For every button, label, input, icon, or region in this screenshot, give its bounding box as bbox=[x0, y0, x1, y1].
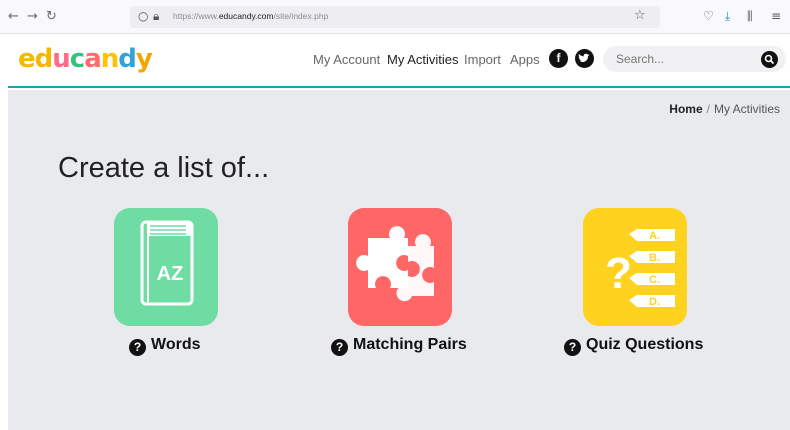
twitter-icon[interactable] bbox=[575, 49, 594, 68]
logo-letter: a bbox=[84, 44, 102, 74]
quiz-questions-tile[interactable]: ? A. B. C. D. bbox=[583, 208, 687, 326]
page-title: Create a list of... bbox=[58, 152, 270, 184]
quiz-questions-label[interactable]: ? Quiz Questions bbox=[564, 336, 703, 356]
help-icon[interactable]: ? bbox=[331, 339, 348, 356]
option-d: D. bbox=[649, 296, 660, 308]
breadcrumb-home[interactable]: Home bbox=[669, 102, 702, 116]
logo-letter: n bbox=[100, 44, 119, 74]
back-arrow-icon[interactable]: ← bbox=[8, 9, 19, 24]
nav-import[interactable]: Import bbox=[464, 52, 501, 67]
book-az-text: AZ bbox=[157, 263, 184, 285]
reload-icon[interactable]: ↻ bbox=[46, 9, 57, 24]
browser-toolbar: ← → ↻ ○ 🔒︎ https://www.educandy.com/site… bbox=[0, 0, 790, 34]
forward-arrow-icon[interactable]: → bbox=[27, 9, 38, 24]
site-header: educandy My Account My Activities Import… bbox=[8, 34, 790, 88]
main-content: Home / My Activities Create a list of... A… bbox=[8, 90, 790, 430]
option-a: A. bbox=[649, 230, 660, 242]
matching-pairs-label[interactable]: ? Matching Pairs bbox=[331, 336, 467, 356]
logo-letter: u bbox=[52, 44, 70, 74]
help-icon[interactable]: ? bbox=[129, 339, 146, 356]
educandy-logo[interactable]: educandy bbox=[18, 44, 153, 74]
nav-my-account[interactable]: My Account bbox=[313, 52, 380, 67]
nav-apps[interactable]: Apps bbox=[510, 52, 540, 67]
lock-icon[interactable]: 🔒︎ bbox=[153, 9, 159, 24]
question-mark-glyph: ? bbox=[605, 249, 632, 298]
puzzle-icon bbox=[356, 226, 434, 302]
logo-letter: d bbox=[34, 44, 54, 74]
url-text[interactable]: https://www.educandy.com/site/index.php bbox=[173, 11, 328, 21]
breadcrumb: Home / My Activities bbox=[669, 102, 780, 116]
option-b: B. bbox=[649, 252, 660, 264]
facebook-icon[interactable]: f bbox=[549, 49, 568, 68]
logo-letter: d bbox=[118, 44, 137, 74]
logo-letter: y bbox=[135, 44, 153, 74]
breadcrumb-separator: / bbox=[706, 102, 710, 116]
library-icon[interactable]: ⫼ bbox=[747, 9, 753, 24]
option-c: C. bbox=[649, 274, 660, 286]
shield-icon[interactable]: ○ bbox=[138, 9, 148, 23]
logo-letter: c bbox=[69, 44, 85, 74]
bookmark-star-icon[interactable]: ☆ bbox=[634, 8, 646, 23]
words-label[interactable]: ? Words bbox=[129, 336, 200, 356]
quiz-abcd-icon: ? A. B. C. D. bbox=[605, 229, 675, 308]
search-input[interactable] bbox=[603, 46, 786, 72]
words-tile[interactable]: AZ bbox=[114, 208, 218, 326]
download-icon[interactable]: ⤓ bbox=[725, 9, 730, 24]
address-bar[interactable]: ○ 🔒︎ https://www.educandy.com/site/index… bbox=[130, 6, 660, 28]
pocket-icon[interactable]: ♡ bbox=[703, 9, 714, 23]
nav-my-activities[interactable]: My Activities bbox=[387, 52, 459, 67]
matching-pairs-tile[interactable] bbox=[348, 208, 452, 326]
breadcrumb-current: My Activities bbox=[713, 102, 780, 116]
book-az-icon: AZ bbox=[140, 220, 194, 306]
search-icon[interactable] bbox=[761, 51, 778, 68]
help-icon[interactable]: ? bbox=[564, 339, 581, 356]
logo-letter: e bbox=[18, 44, 36, 74]
menu-icon[interactable]: ≡ bbox=[771, 9, 781, 23]
